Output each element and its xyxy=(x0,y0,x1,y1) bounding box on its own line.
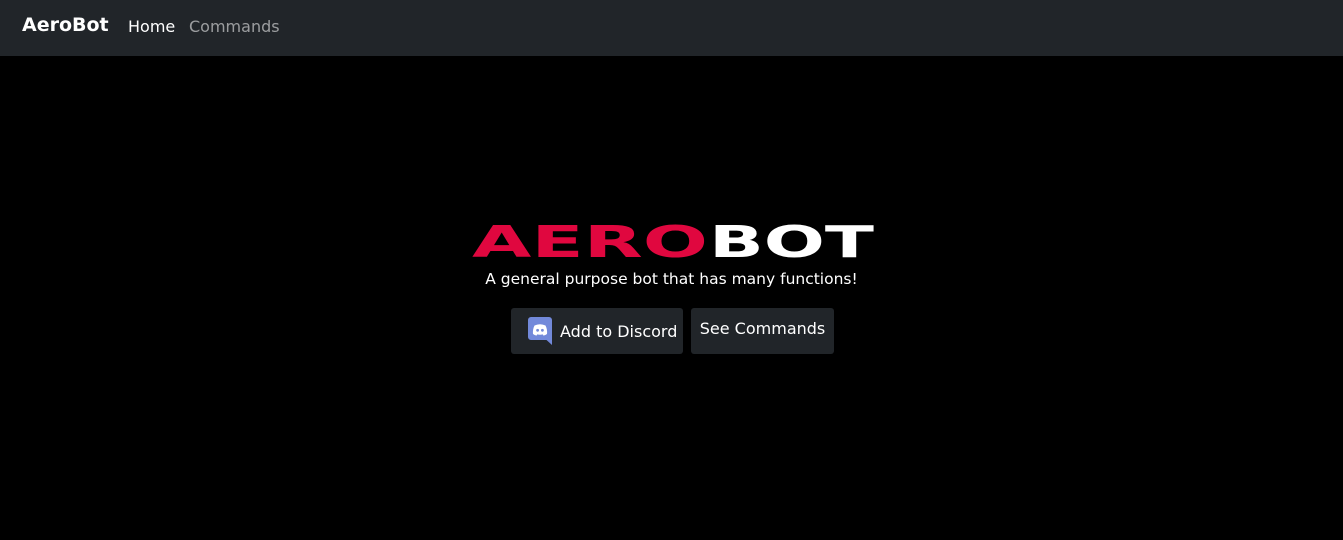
see-commands-button[interactable]: See Commands xyxy=(691,308,834,354)
aerobot-logo: AERO BOT xyxy=(472,223,874,261)
add-to-discord-button[interactable]: Add to Discord xyxy=(511,308,683,354)
add-to-discord-label: Add to Discord xyxy=(560,321,678,341)
navbar: AeroBot Home Commands xyxy=(0,0,1343,56)
tagline: A general purpose bot that has many func… xyxy=(485,270,858,288)
navbar-brand[interactable]: AeroBot xyxy=(22,14,109,36)
hero-section: AERO BOT A general purpose bot that has … xyxy=(0,56,1343,540)
discord-icon xyxy=(528,317,552,345)
logo-text-aero: AERO xyxy=(472,223,708,261)
see-commands-label: See Commands xyxy=(699,319,826,338)
logo-text-bot: BOT xyxy=(709,223,874,261)
nav-link-commands[interactable]: Commands xyxy=(189,17,280,36)
nav-link-home[interactable]: Home xyxy=(128,17,175,36)
